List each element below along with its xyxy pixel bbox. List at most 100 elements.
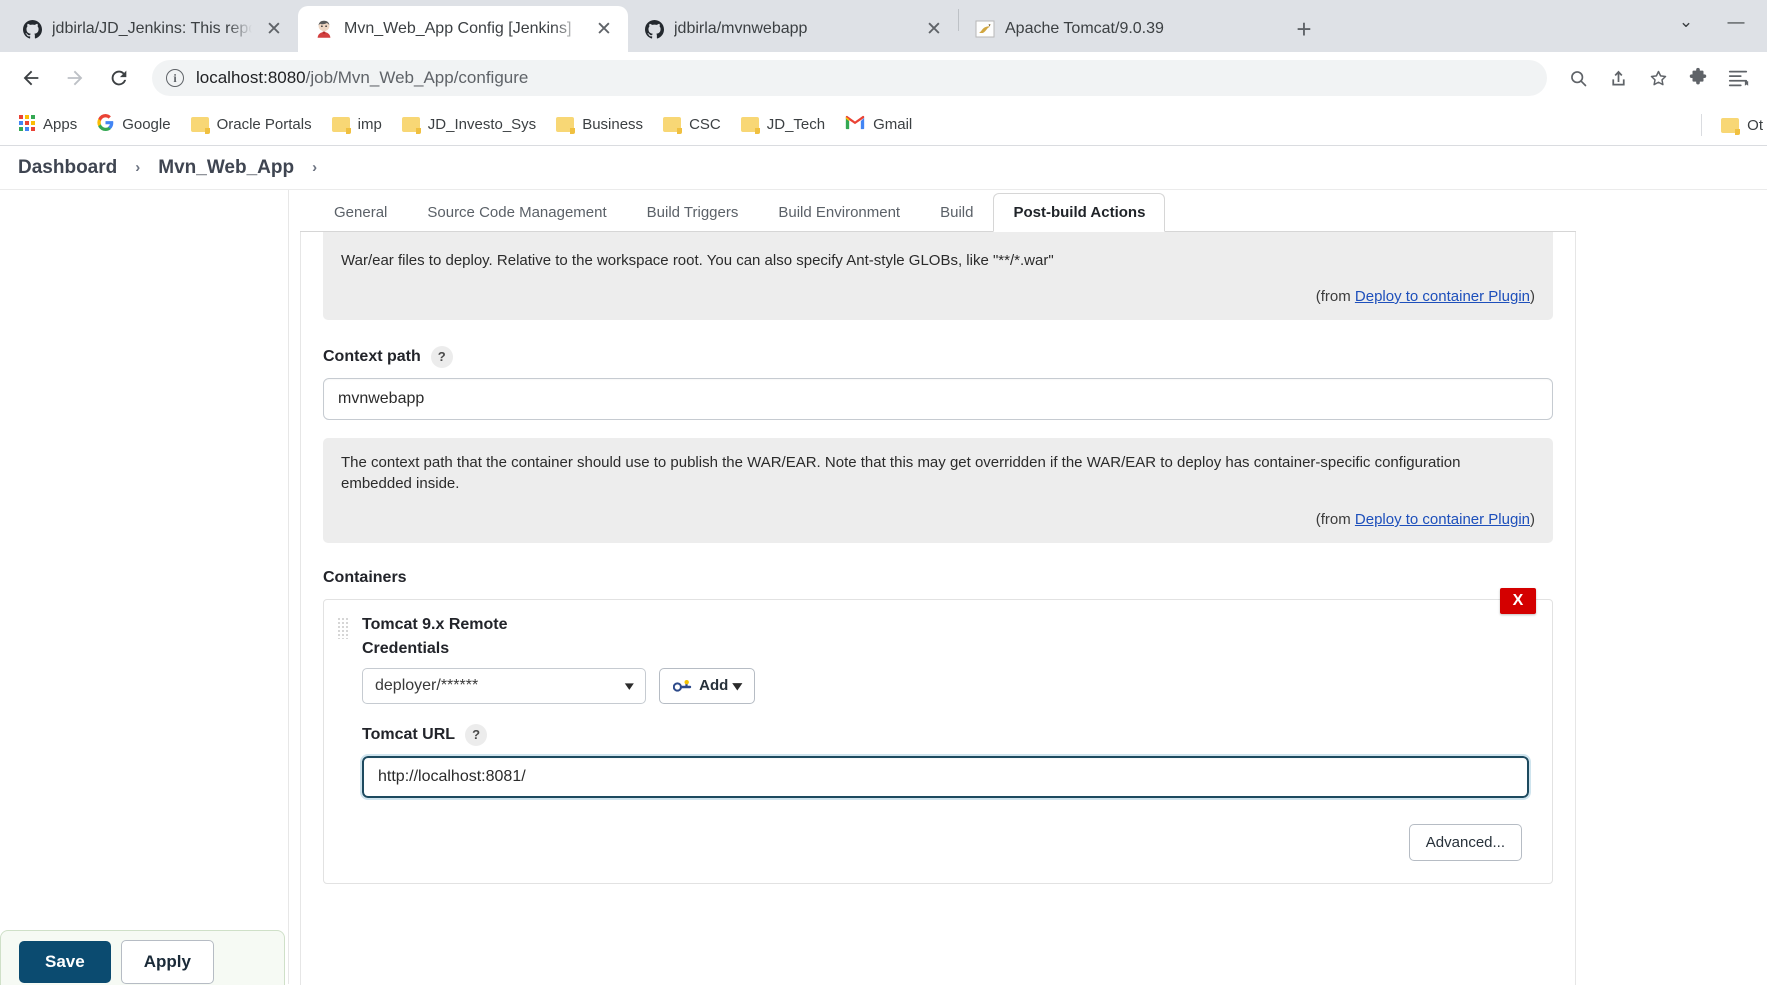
- apply-button[interactable]: Apply: [120, 940, 214, 984]
- browser-tab-3[interactable]: jdbirla/mvnwebapp ✕: [628, 6, 958, 52]
- tab-build[interactable]: Build: [920, 193, 993, 232]
- search-icon[interactable]: [1561, 61, 1595, 95]
- forward-icon[interactable]: [56, 59, 94, 97]
- folder-icon: [401, 117, 421, 134]
- folder-icon: [331, 117, 351, 134]
- tomcat-url-label: Tomcat URL: [362, 725, 456, 743]
- bookmark-oracle-portals[interactable]: Oracle Portals: [182, 112, 321, 137]
- browser-tab-4[interactable]: Apache Tomcat/9.0.39: [959, 6, 1279, 52]
- bookmark-gmail[interactable]: Gmail: [836, 111, 921, 138]
- window-controls: ⌄ —: [1663, 4, 1759, 40]
- help-icon[interactable]: ?: [430, 345, 453, 368]
- github-icon: [644, 19, 664, 39]
- tomcat-url-value: http://localhost:8081/: [378, 767, 526, 785]
- tab-title: jdbirla/mvnwebapp: [674, 20, 808, 37]
- container-title: Tomcat 9.x Remote: [362, 615, 508, 633]
- close-icon[interactable]: ✕: [922, 17, 946, 41]
- help-icon[interactable]: ?: [465, 723, 488, 746]
- gmail-icon: [845, 115, 865, 134]
- close-icon[interactable]: ✕: [262, 17, 286, 41]
- other-bookmarks-label: Ot: [1747, 116, 1763, 134]
- bookmark-jd-tech[interactable]: JD_Tech: [732, 112, 834, 137]
- context-path-label: Context path: [323, 347, 421, 365]
- war-files-from-line: (from Deploy to container Plugin): [341, 286, 1535, 308]
- bookmark-google[interactable]: Google: [88, 110, 179, 139]
- tab-build-environment[interactable]: Build Environment: [758, 193, 920, 232]
- save-apply-bar: Save Apply: [0, 930, 285, 985]
- url-domain: localhost:8080: [196, 68, 306, 87]
- url-text: localhost:8080/job/Mvn_Web_App/configure: [196, 68, 528, 88]
- config-panel: General Source Code Management Build Tri…: [300, 190, 1576, 985]
- bookmark-apps[interactable]: Apps: [10, 111, 86, 139]
- new-tab-button[interactable]: +: [1285, 10, 1323, 48]
- context-path-help-box: The context path that the container shou…: [323, 437, 1553, 543]
- war-files-help-box: War/ear files to deploy. Relative to the…: [323, 232, 1553, 320]
- tab-general[interactable]: General: [314, 193, 407, 232]
- add-button-label: Add: [699, 677, 729, 695]
- folder-icon: [663, 117, 683, 134]
- folder-icon: [1721, 117, 1741, 135]
- close-icon[interactable]: ✕: [592, 17, 616, 41]
- credentials-row: deployer/****** ▾ Add ▾: [362, 667, 1536, 704]
- credentials-label: Credentials: [362, 639, 450, 657]
- tab-post-build-actions[interactable]: Post-build Actions: [993, 193, 1166, 232]
- restore-icon[interactable]: —: [1713, 4, 1759, 40]
- chevron-down-icon: ▾: [625, 677, 635, 693]
- other-bookmarks-button[interactable]: Ot: [1712, 113, 1763, 138]
- advanced-button[interactable]: Advanced...: [1408, 823, 1522, 861]
- bookmarks-bar: Apps Google Oracle Portals imp JD_Invest…: [0, 104, 1767, 146]
- context-path-help-text: The context path that the container shou…: [341, 453, 1461, 493]
- bookmark-csc[interactable]: CSC: [654, 112, 730, 137]
- bookmark-star-icon[interactable]: [1641, 61, 1675, 95]
- reload-icon[interactable]: [100, 59, 138, 97]
- reading-list-icon[interactable]: [1721, 61, 1755, 95]
- key-icon: [672, 679, 693, 693]
- deploy-to-container-plugin-link[interactable]: Deploy to container Plugin: [1355, 511, 1530, 528]
- bookmark-imp[interactable]: imp: [323, 112, 391, 137]
- site-info-icon[interactable]: i: [166, 69, 184, 87]
- from-suffix: ): [1530, 287, 1535, 305]
- address-bar[interactable]: i localhost:8080/job/Mvn_Web_App/configu…: [152, 60, 1547, 96]
- url-path: /job/Mvn_Web_App/configure: [305, 68, 529, 87]
- tab-build-triggers[interactable]: Build Triggers: [627, 193, 759, 232]
- tab-strip: jdbirla/JD_Jenkins: This repository ✕ Mv…: [0, 0, 1767, 52]
- context-path-input[interactable]: mvnwebapp: [323, 377, 1553, 420]
- other-bookmarks-area: Ot: [1693, 104, 1767, 146]
- from-prefix: (from: [1315, 511, 1355, 528]
- breadcrumb-item-dashboard[interactable]: Dashboard: [14, 157, 121, 179]
- folder-icon: [190, 117, 210, 134]
- chevron-right-icon[interactable]: ›: [298, 159, 331, 176]
- browser-window: jdbirla/JD_Jenkins: This repository ✕ Mv…: [0, 0, 1767, 985]
- chevron-right-icon: ›: [135, 159, 141, 176]
- minimize-icon[interactable]: ⌄: [1663, 4, 1709, 40]
- google-icon: [97, 114, 114, 135]
- tomcat-url-block: Tomcat URL ? http://localhost:8081/: [360, 723, 1536, 800]
- delete-container-button[interactable]: X: [1500, 587, 1536, 614]
- deploy-to-container-plugin-link[interactable]: Deploy to container Plugin: [1355, 288, 1530, 305]
- github-icon: [22, 19, 42, 39]
- drag-handle-icon[interactable]: [337, 616, 349, 639]
- bookmark-jd-investo-sys[interactable]: JD_Investo_Sys: [393, 112, 545, 137]
- tab-source-code-management[interactable]: Source Code Management: [407, 193, 626, 232]
- browser-toolbar: i localhost:8080/job/Mvn_Web_App/configu…: [0, 52, 1767, 104]
- save-button[interactable]: Save: [19, 941, 111, 983]
- config-form: War/ear files to deploy. Relative to the…: [300, 232, 1576, 985]
- jenkins-icon: [314, 19, 334, 39]
- bookmark-business[interactable]: Business: [547, 112, 652, 137]
- browser-tab-1[interactable]: jdbirla/JD_Jenkins: This repository ✕: [6, 6, 298, 52]
- apps-grid-icon: [19, 114, 35, 135]
- extensions-puzzle-icon[interactable]: [1681, 61, 1715, 95]
- tomcat-url-input[interactable]: http://localhost:8081/: [360, 753, 1531, 800]
- tomcat-icon: [975, 19, 995, 39]
- breadcrumb-item-mvn-web-app[interactable]: Mvn_Web_App: [154, 157, 298, 179]
- back-icon[interactable]: [12, 59, 50, 97]
- from-prefix: (from: [1315, 287, 1355, 305]
- credentials-select[interactable]: deployer/****** ▾: [362, 667, 646, 704]
- add-credentials-button[interactable]: Add ▾: [659, 667, 755, 704]
- bookmark-label: JD_Investo_Sys: [427, 116, 537, 133]
- context-path-label-row: Context path ?: [323, 345, 1553, 368]
- context-path-value: mvnwebapp: [338, 389, 425, 407]
- share-icon[interactable]: [1601, 61, 1635, 95]
- bookmark-label: imp: [357, 116, 382, 133]
- browser-tab-2[interactable]: Mvn_Web_App Config [Jenkins] ✕: [298, 6, 628, 52]
